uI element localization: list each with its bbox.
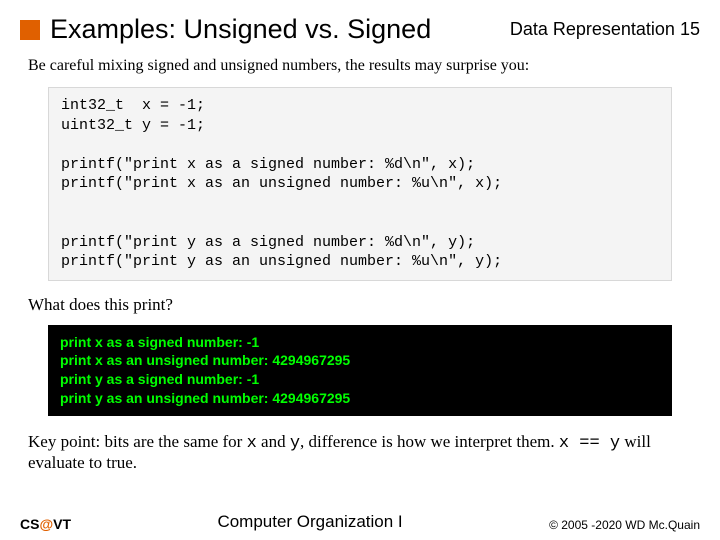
code-block: int32_t x = -1; uint32_t y = -1; printf(… (48, 87, 672, 281)
terminal-output: print x as a signed number: -1 print x a… (48, 325, 672, 417)
kp-text: and (257, 432, 290, 451)
kp-expr: x == y (559, 434, 620, 453)
kp-var-x: x (247, 434, 257, 453)
question-text: What does this print? (28, 295, 692, 315)
kp-text: , difference is how we interpret them. (300, 432, 559, 451)
footer-vt: VT (53, 516, 71, 532)
footer-copyright: © 2005 -2020 WD Mc.Quain (549, 518, 700, 532)
chapter-heading: Data Representation 15 (510, 19, 700, 40)
output-line: print x as an unsigned number: 429496729… (60, 351, 660, 370)
footer-center: Computer Organization I (217, 512, 402, 532)
output-line: print y as a signed number: -1 (60, 370, 660, 389)
output-line: print y as an unsigned number: 429496729… (60, 389, 660, 408)
page-number: 15 (680, 19, 700, 39)
slide-title: Examples: Unsigned vs. Signed (50, 14, 431, 45)
chapter-name: Data Representation (510, 19, 675, 39)
kp-text: Key point: bits are the same for (28, 432, 247, 451)
intro-text: Be careful mixing signed and unsigned nu… (28, 57, 692, 75)
footer-cs: CS (20, 516, 39, 532)
footer-at: @ (39, 516, 53, 532)
footer-left: CS@VT (20, 516, 71, 532)
key-point: Key point: bits are the same for x and y… (28, 432, 692, 473)
output-line: print x as a signed number: -1 (60, 333, 660, 352)
orange-square-icon (20, 20, 40, 40)
kp-var-y: y (290, 434, 300, 453)
